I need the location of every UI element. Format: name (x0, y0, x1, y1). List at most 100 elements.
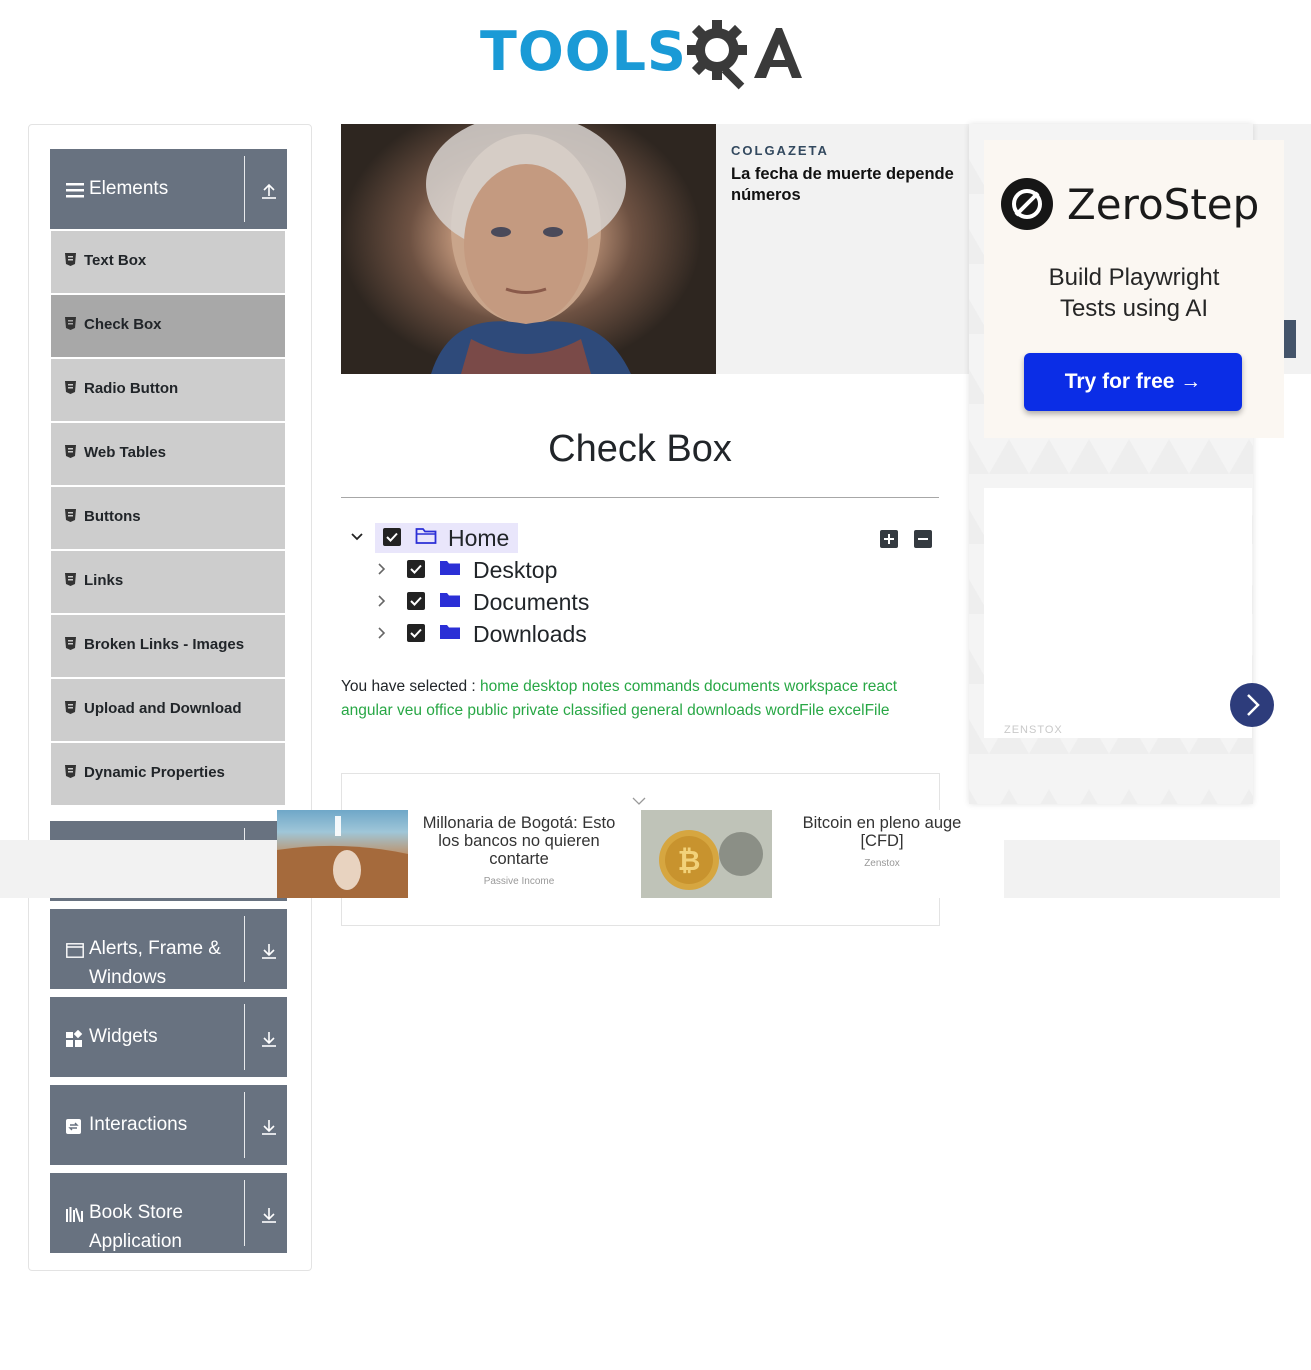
sidebar-item-label: Web Tables (84, 444, 166, 461)
bitcoin-photo: ₿ (641, 810, 772, 898)
selection-list-line1: home desktop notes commands documents wo… (480, 678, 898, 695)
zerostep-mark-icon (1012, 189, 1042, 219)
tree-label-desktop: Desktop (473, 557, 558, 583)
selection-result: You have selected : home desktop notes c… (341, 675, 939, 723)
collapse-all-button[interactable] (914, 530, 932, 548)
sidebar-item-radio-button[interactable]: Radio Button (51, 359, 285, 423)
sidebar-item-upload-download[interactable]: Upload and Download (51, 679, 285, 743)
chevron-down-icon[interactable] (631, 796, 647, 806)
zenstox-label: ZENSTOX (1004, 724, 1063, 736)
group-header-interactions[interactable]: Interactions (50, 1085, 287, 1165)
tree-node-documents[interactable]: Documents (372, 588, 612, 618)
sidebar-item-label: Dynamic Properties (84, 764, 225, 781)
zerostep-ad[interactable]: ZeroStep Build Playwright Tests using AI… (984, 140, 1284, 438)
header-separator (244, 916, 245, 982)
html5-icon (65, 445, 76, 458)
group-label-alerts-line2: Windows (89, 967, 167, 988)
zerostep-logo-icon (1001, 178, 1053, 230)
expand-all-button[interactable] (880, 530, 898, 548)
sidebar-item-label: Buttons (84, 508, 141, 525)
sidebar-item-buttons[interactable]: Buttons (51, 487, 285, 551)
widgets-icon (66, 1030, 83, 1047)
checkmark-icon (410, 628, 422, 638)
sidebar-item-label: Links (84, 572, 124, 589)
html5-icon (65, 253, 76, 266)
folder-filled-icon (440, 625, 460, 639)
native-ad-source-2: Zenstox (864, 858, 900, 869)
expand-down-icon[interactable] (259, 941, 279, 961)
checkmark-icon (386, 532, 398, 542)
ad-headline[interactable]: La fecha de muerte depende números (731, 164, 971, 206)
title-divider (341, 497, 939, 498)
sidebar-item-broken-links[interactable]: Broken Links - Images (51, 615, 285, 679)
checkmark-icon (410, 564, 422, 574)
ad-image-bitcoin[interactable]: ₿ (641, 810, 772, 898)
native-ad-source-1: Passive Income (483, 876, 555, 887)
logo-letter-a-icon (754, 28, 802, 78)
page-title: Check Box (548, 428, 732, 470)
portrait-illustration (426, 124, 631, 374)
tree-label-downloads: Downloads (473, 621, 587, 647)
sidebar-item-label: Radio Button (84, 380, 179, 397)
zerostep-tagline: Build Playwright Tests using AI (1048, 264, 1220, 322)
chevron-right-icon[interactable] (374, 594, 388, 608)
sidebar-item-check-box[interactable]: Check Box (51, 295, 285, 359)
sidebar-item-links[interactable]: Links (51, 551, 285, 615)
native-ad-title-2[interactable]: Bitcoin en pleno auge [CFD] (787, 814, 977, 850)
expand-down-icon[interactable] (259, 1205, 279, 1225)
tree-label-home: Home (448, 525, 510, 551)
header-separator (244, 1092, 245, 1158)
group-label-elements: Elements (89, 178, 169, 199)
ad-next-button[interactable] (1230, 683, 1274, 727)
zenstox-ad-card[interactable] (984, 488, 1252, 738)
header-separator (244, 1004, 245, 1070)
expand-down-icon[interactable] (259, 1117, 279, 1137)
tree-checkbox-documents[interactable] (407, 592, 425, 610)
try-for-free-button[interactable]: Try for free → (1024, 353, 1242, 411)
ad-photo-elderly-woman[interactable] (341, 124, 716, 374)
group-label-bookstore-line1: Book Store (89, 1202, 183, 1223)
native-ad-title-1[interactable]: Millonaria de Bogotá: Esto los bancos no… (411, 814, 627, 868)
header-separator (244, 156, 245, 222)
boat-photo (277, 816, 408, 898)
sidebar-item-label: Text Box (84, 252, 147, 269)
ad-image-boat[interactable] (277, 810, 408, 898)
group-label-interactions: Interactions (89, 1114, 188, 1135)
group-header-widgets[interactable]: Widgets (50, 997, 287, 1077)
tree-node-desktop[interactable]: Desktop (372, 556, 592, 586)
tree-checkbox-home[interactable] (383, 528, 401, 546)
svg-text:₿: ₿ (678, 844, 701, 877)
chevron-down-icon[interactable] (350, 530, 364, 544)
html5-icon (65, 573, 76, 586)
sidebar-item-dynamic-properties[interactable]: Dynamic Properties (51, 743, 285, 807)
selection-list-line2: angular veu office public private classi… (341, 702, 890, 719)
tree-checkbox-desktop[interactable] (407, 560, 425, 578)
gear-icon (687, 20, 747, 90)
collapse-up-icon[interactable] (259, 181, 279, 201)
minus-square-icon (918, 538, 928, 540)
chevron-right-icon[interactable] (374, 626, 388, 640)
tree-label-documents: Documents (473, 589, 590, 615)
tree-checkbox-downloads[interactable] (407, 624, 425, 642)
bookstore-icon (66, 1207, 83, 1222)
tree-node-downloads[interactable]: Downloads (372, 620, 612, 650)
native-ad-strip[interactable]: Millonaria de Bogotá: Esto los bancos no… (277, 810, 1004, 898)
group-header-alerts[interactable]: Alerts, Frame & Windows (50, 909, 287, 989)
selection-prefix: You have selected : (341, 678, 476, 695)
folder-filled-icon (440, 561, 460, 575)
checkmark-icon (410, 596, 422, 606)
ad-brand[interactable]: COLGAZETA (731, 143, 829, 158)
html5-icon (65, 381, 76, 394)
left-panel: Elements Text Box Check Box Radio Button… (28, 124, 312, 1271)
chevron-right-icon[interactable] (374, 562, 388, 576)
expand-down-icon[interactable] (259, 1029, 279, 1049)
html5-icon (65, 765, 76, 778)
group-header-book-store[interactable]: Book Store Application (50, 1173, 287, 1253)
sidebar-item-label: Upload and Download (84, 700, 242, 717)
group-header-elements[interactable]: Elements (50, 149, 287, 229)
sidebar-item-web-tables[interactable]: Web Tables (51, 423, 285, 487)
sidebar-item-text-box[interactable]: Text Box (51, 231, 285, 295)
tree-node-home[interactable]: Home (348, 524, 548, 554)
window-icon (66, 943, 84, 958)
toolsqa-logo[interactable]: TOOLS (480, 14, 810, 94)
